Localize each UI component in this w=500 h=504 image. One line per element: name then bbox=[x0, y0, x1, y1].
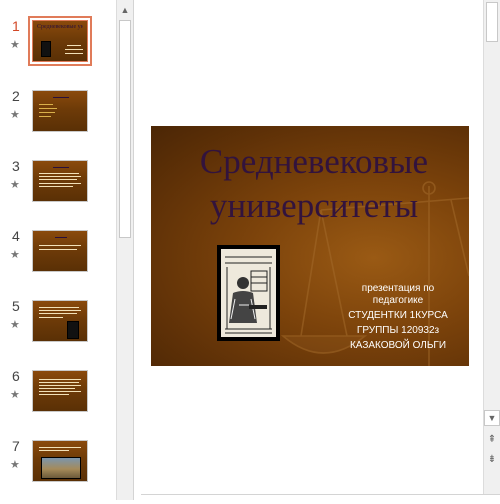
slide-preview-image bbox=[67, 321, 79, 339]
star-icon: ★ bbox=[10, 319, 20, 331]
status-divider bbox=[141, 494, 500, 500]
scrollbar-thumb[interactable] bbox=[119, 20, 131, 238]
subtitle-line-1: презентация по bbox=[361, 283, 435, 294]
slide-preview[interactable] bbox=[32, 370, 88, 412]
scholar-engraving bbox=[221, 249, 276, 337]
slide-preview[interactable] bbox=[32, 440, 88, 482]
slide-area-scrollbar[interactable]: ▼ ⇞ ⇟ bbox=[483, 0, 500, 494]
subtitle-line-3: СТУДЕНТКИ 1КУРСА bbox=[348, 310, 448, 321]
scroll-down-arrow-icon[interactable]: ▼ bbox=[484, 410, 500, 426]
slide-subtitle[interactable]: презентация по педагогике СТУДЕНТКИ 1КУР… bbox=[339, 283, 457, 352]
star-icon: ★ bbox=[10, 249, 20, 261]
star-icon: ★ bbox=[10, 459, 20, 471]
slide-preview[interactable] bbox=[32, 230, 88, 272]
slide-preview[interactable]: Средневековые университеты bbox=[28, 16, 92, 66]
slide-preview[interactable] bbox=[32, 160, 88, 202]
slide-number: 7 bbox=[12, 438, 20, 454]
title-line-1: Средневековые bbox=[199, 142, 429, 181]
slide-thumbnail-2[interactable]: 2 ★ bbox=[0, 88, 116, 154]
star-icon: ★ bbox=[10, 39, 20, 51]
slide-thumbnail-3[interactable]: 3 ★ bbox=[0, 158, 116, 224]
slide-preview-image bbox=[41, 41, 51, 57]
slide-number: 2 bbox=[12, 88, 20, 104]
thumbnails-scrollbar[interactable]: ▲ bbox=[116, 0, 133, 500]
slide-number: 1 bbox=[12, 18, 20, 34]
slide-thumbnails-panel: 1 ★ Средневековые университеты 2 ★ 3 ★ bbox=[0, 0, 116, 500]
slide-preview-image bbox=[41, 457, 81, 479]
slide-number: 6 bbox=[12, 368, 20, 384]
title-line-2: университеты bbox=[209, 186, 419, 225]
slide-thumbnail-6[interactable]: 6 ★ bbox=[0, 368, 116, 434]
subtitle-line-4: ГРУППЫ 120932з bbox=[356, 325, 440, 336]
slide-thumbnail-1[interactable]: 1 ★ Средневековые университеты bbox=[0, 16, 116, 84]
slide-title[interactable]: Средневековые университеты bbox=[169, 140, 459, 228]
slide-number: 5 bbox=[12, 298, 20, 314]
subtitle-line-5: КАЗАКОВОЙ ОЛЬГИ bbox=[349, 340, 447, 351]
subtitle-line-2: педагогике bbox=[372, 295, 424, 306]
star-icon: ★ bbox=[10, 389, 20, 401]
slide-preview[interactable] bbox=[32, 90, 88, 132]
slide-preview-title: Средневековые университеты bbox=[37, 24, 83, 30]
slide-thumbnail-4[interactable]: 4 ★ bbox=[0, 228, 116, 294]
slide-preview[interactable] bbox=[32, 300, 88, 342]
scroll-up-arrow-icon[interactable]: ▲ bbox=[117, 2, 133, 18]
slide-thumbnail-5[interactable]: 5 ★ bbox=[0, 298, 116, 364]
slide-editing-area: Средневековые университеты презентация п… bbox=[141, 0, 483, 494]
current-slide[interactable]: Средневековые университеты презентация п… bbox=[151, 126, 469, 366]
slide-number: 4 bbox=[12, 228, 20, 244]
star-icon: ★ bbox=[10, 109, 20, 121]
star-icon: ★ bbox=[10, 179, 20, 191]
slide-number: 3 bbox=[12, 158, 20, 174]
previous-slide-icon[interactable]: ⇞ bbox=[484, 432, 500, 448]
panel-splitter[interactable] bbox=[133, 0, 141, 500]
slide-thumbnail-7[interactable]: 7 ★ bbox=[0, 438, 116, 504]
next-slide-icon[interactable]: ⇟ bbox=[484, 452, 500, 468]
scrollbar-thumb[interactable] bbox=[486, 2, 498, 42]
woodcut-image[interactable] bbox=[217, 245, 280, 341]
